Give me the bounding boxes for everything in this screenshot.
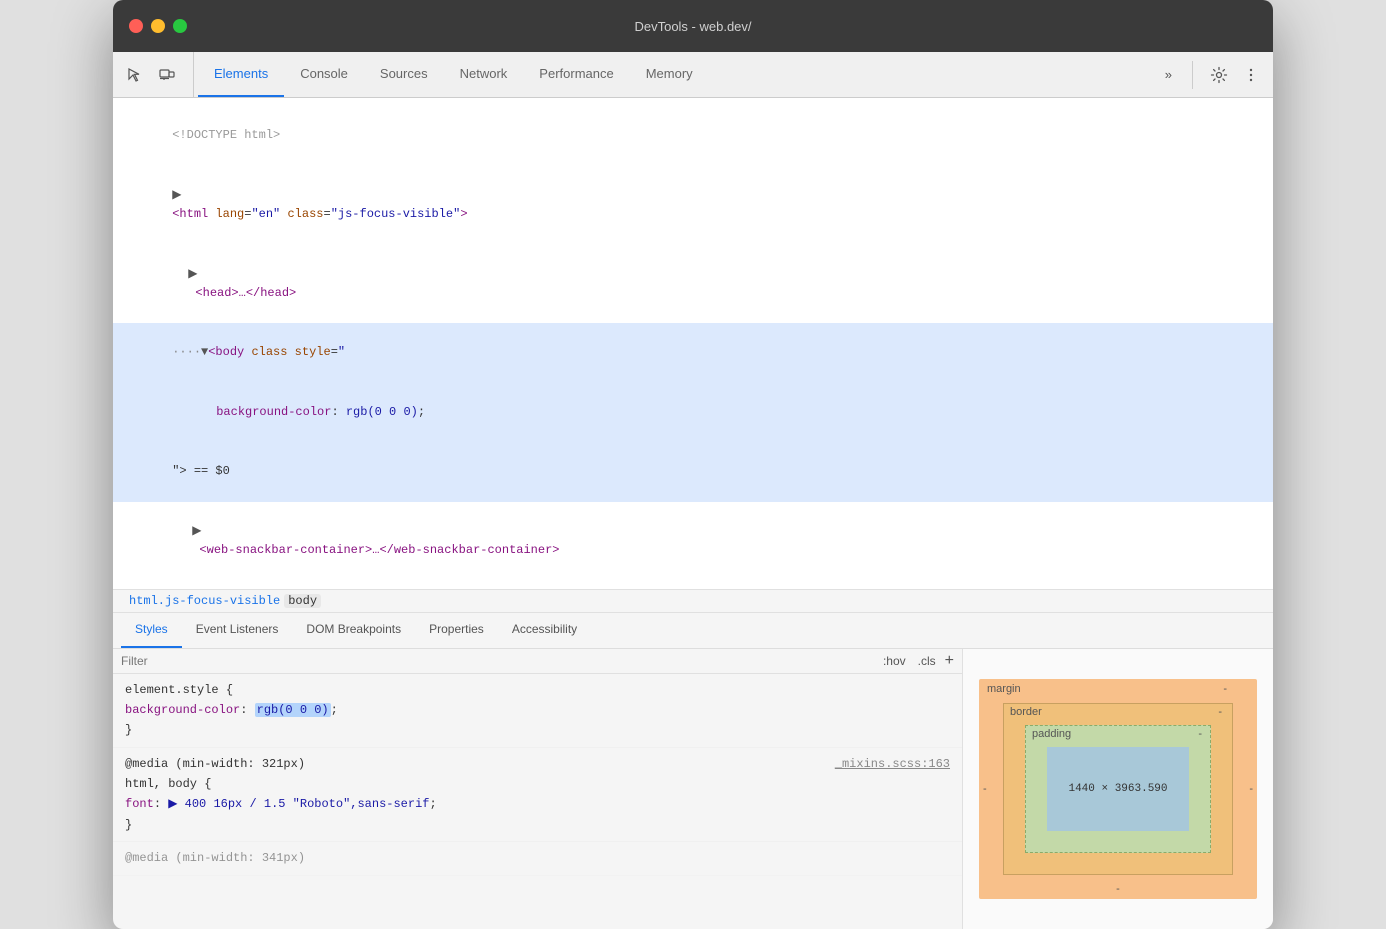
breadcrumb-html[interactable]: html.js-focus-visible [129, 594, 280, 608]
source-line-head[interactable]: ▶ <head>…</head> [113, 244, 1273, 323]
filter-bar: :hov .cls + [113, 649, 962, 674]
title-bar: DevTools - web.dev/ [113, 0, 1273, 52]
padding-value: - [1198, 728, 1202, 740]
breadcrumb-body[interactable]: body [284, 594, 321, 608]
cls-button[interactable]: .cls [915, 653, 939, 669]
devtools-window: DevTools - web.dev/ Elements Cons [113, 0, 1273, 929]
source-line-doctype: <!DOCTYPE html> [113, 106, 1273, 166]
settings-icon[interactable] [1205, 61, 1233, 89]
border-value: - [1218, 706, 1222, 718]
tab-sources[interactable]: Sources [364, 52, 444, 97]
minimize-button[interactable] [151, 19, 165, 33]
source-line-body[interactable]: ····▼<body class style=" [113, 323, 1273, 383]
margin-bottom-dash: - [1116, 883, 1120, 895]
window-title: DevTools - web.dev/ [634, 19, 751, 34]
tab-bar: Elements Console Sources Network Perform… [113, 52, 1273, 98]
expand-arrow[interactable]: ▶ [172, 188, 181, 202]
css-source-link[interactable]: _mixins.scss:163 [835, 754, 950, 774]
maximize-button[interactable] [173, 19, 187, 33]
tab-properties[interactable]: Properties [415, 613, 498, 648]
css-block-partial: @media (min-width: 341px) [113, 842, 962, 875]
css-close-brace: } [125, 720, 950, 740]
css-partial-media: @media (min-width: 341px) [125, 848, 950, 868]
source-line-bgcolor: background-color: rgb(0 0 0); [113, 383, 1273, 443]
more-tabs-button[interactable]: » [1157, 63, 1180, 86]
tab-network[interactable]: Network [444, 52, 524, 97]
margin-label: margin [987, 683, 1021, 695]
separator [1192, 61, 1193, 89]
box-model-panel: margin - border - padding - 1440 × 3963.… [963, 649, 1273, 929]
margin-value: - [1223, 683, 1227, 695]
tab-styles[interactable]: Styles [121, 613, 182, 648]
filter-input[interactable] [121, 654, 872, 668]
expand-snackbar-arrow[interactable]: ▶ [192, 524, 201, 538]
margin-right-dash: - [1249, 783, 1253, 795]
source-line-snackbar[interactable]: ▶ <web-snackbar-container>…</web-snackba… [113, 502, 1273, 581]
css-block-media: @media (min-width: 321px) _mixins.scss:1… [113, 748, 962, 843]
breadcrumb: html.js-focus-visible body [113, 590, 1273, 613]
expand-head-arrow[interactable]: ▶ [188, 267, 197, 281]
border-label: border [1010, 706, 1042, 718]
css-rule-bgcolor[interactable]: background-color: rgb(0 0 0); [125, 700, 950, 720]
close-button[interactable] [129, 19, 143, 33]
padding-label: padding [1032, 728, 1071, 740]
css-media-query: @media (min-width: 321px) _mixins.scss:1… [125, 754, 950, 774]
tab-bar-right: » [1157, 52, 1265, 97]
css-selector-element: element.style { [125, 680, 950, 700]
devtools-icons [121, 52, 194, 97]
css-rule-font[interactable]: font: ▶ 400 16px / 1.5 "Roboto",sans-ser… [125, 794, 950, 814]
inspect-icon[interactable] [121, 61, 149, 89]
source-line-html[interactable]: ▶ <html lang="en" class="js-focus-visibl… [113, 166, 1273, 245]
source-line-body-eq: "> == $0 [113, 442, 1273, 502]
tab-console[interactable]: Console [284, 52, 364, 97]
traffic-lights [129, 19, 187, 33]
more-options-icon[interactable] [1237, 61, 1265, 89]
css-block-element-style: element.style { background-color: rgb(0 … [113, 674, 962, 748]
tab-accessibility[interactable]: Accessibility [498, 613, 591, 648]
tab-event-listeners[interactable]: Event Listeners [182, 613, 293, 648]
box-model: margin - border - padding - 1440 × 3963.… [979, 679, 1257, 899]
styles-left-panel: :hov .cls + element.style { background-c… [113, 649, 963, 929]
filter-actions: :hov .cls + [880, 653, 954, 669]
box-content-layer: 1440 × 3963.590 [1047, 747, 1189, 831]
html-source-panel: <!DOCTYPE html> ▶ <html lang="en" class=… [113, 98, 1273, 590]
hov-button[interactable]: :hov [880, 653, 909, 669]
device-icon[interactable] [153, 61, 181, 89]
add-style-button[interactable]: + [945, 653, 954, 669]
tab-dom-breakpoints[interactable]: DOM Breakpoints [292, 613, 415, 648]
content-size: 1440 × 3963.590 [1068, 783, 1167, 795]
tab-memory[interactable]: Memory [630, 52, 709, 97]
margin-left-dash: - [983, 783, 987, 795]
lower-tab-bar: Styles Event Listeners DOM Breakpoints P… [113, 613, 1273, 649]
tab-performance[interactable]: Performance [523, 52, 629, 97]
styles-panel: :hov .cls + element.style { background-c… [113, 649, 1273, 929]
css-selector-html-body: html, body { [125, 774, 950, 794]
tab-elements[interactable]: Elements [198, 52, 284, 97]
css-close-brace2: } [125, 815, 950, 835]
